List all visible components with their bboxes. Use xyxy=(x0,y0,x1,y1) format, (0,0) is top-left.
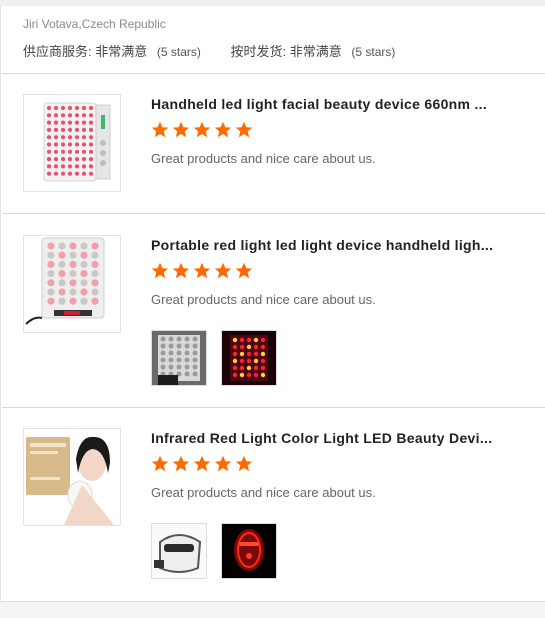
review-comment: Great products and nice care about us. xyxy=(151,151,376,166)
star-icon xyxy=(193,262,211,279)
product-title[interactable]: Handheld led light facial beauty device … xyxy=(151,96,496,112)
product-star-rating xyxy=(151,262,256,282)
divider xyxy=(2,73,545,74)
delivery-stars: (5 stars) xyxy=(351,45,396,59)
delivery-value: 非常满意 xyxy=(289,44,342,59)
star-icon xyxy=(151,262,169,279)
star-icon xyxy=(235,262,253,279)
star-icon xyxy=(235,121,253,138)
star-icon xyxy=(214,262,232,279)
star-icon xyxy=(172,262,190,279)
delivery-label: 按时发货: xyxy=(230,44,287,59)
supplier-service-rating: 供应商服务: 非常满意 (5 stars) xyxy=(23,41,201,60)
product-thumbnail[interactable] xyxy=(23,94,121,192)
star-icon xyxy=(193,455,211,472)
review-photos xyxy=(151,523,287,579)
delivery-rating: 按时发货: 非常满意 (5 stars) xyxy=(231,41,396,60)
star-icon xyxy=(172,121,190,138)
supplier-service-stars: (5 stars) xyxy=(156,45,201,59)
divider xyxy=(2,213,545,214)
product-star-rating xyxy=(151,455,256,475)
product-thumbnail[interactable] xyxy=(23,428,121,526)
star-icon xyxy=(151,121,169,138)
review-photos xyxy=(151,330,287,386)
star-icon xyxy=(172,455,190,472)
supplier-service-label: 供应商服务: xyxy=(23,44,92,59)
review-photo[interactable] xyxy=(151,523,207,579)
product-star-rating xyxy=(151,121,256,141)
review-comment: Great products and nice care about us. xyxy=(151,485,376,500)
product-title[interactable]: Infrared Red Light Color Light LED Beaut… xyxy=(151,430,496,446)
star-icon xyxy=(235,455,253,472)
review-photo[interactable] xyxy=(221,330,278,386)
review-photo[interactable] xyxy=(151,330,207,386)
divider xyxy=(2,407,545,408)
review-comment: Great products and nice care about us. xyxy=(151,292,376,307)
reviewer-name: Jiri Votava,Czech Republic xyxy=(23,17,166,31)
star-icon xyxy=(214,455,232,472)
star-icon xyxy=(214,121,232,138)
star-icon xyxy=(151,455,169,472)
product-thumbnail[interactable] xyxy=(23,235,121,333)
review-photo[interactable] xyxy=(221,523,278,579)
supplier-service-value: 非常满意 xyxy=(95,44,148,59)
overall-ratings: 供应商服务: 非常满意 (5 stars) 按时发货: 非常满意 (5 star… xyxy=(23,41,395,60)
product-title[interactable]: Portable red light led light device hand… xyxy=(151,237,496,253)
review-panel: Jiri Votava,Czech Republic 供应商服务: 非常满意 (… xyxy=(0,6,545,602)
star-icon xyxy=(193,121,211,138)
